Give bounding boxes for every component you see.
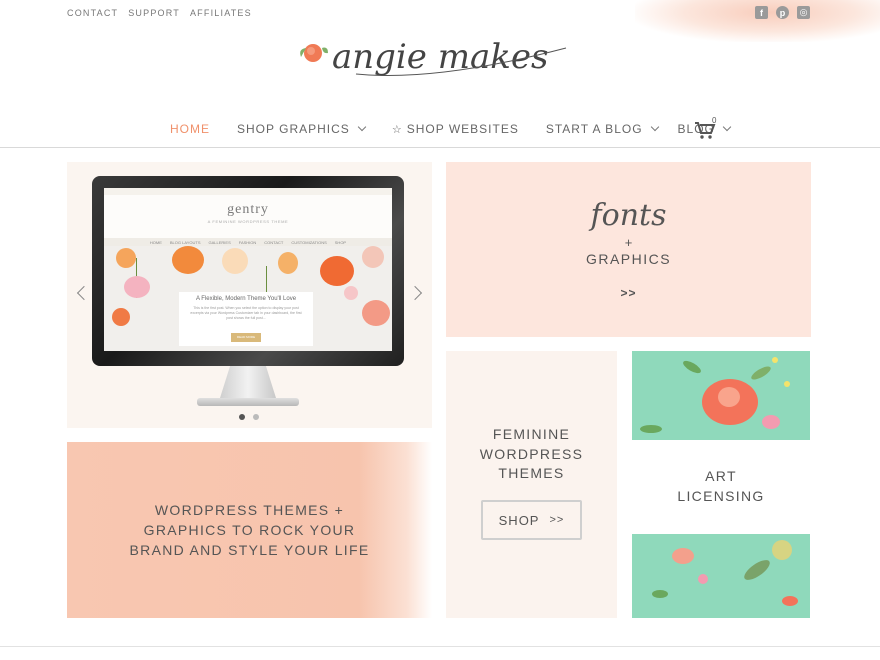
nav-shop-websites[interactable]: ☆ SHOP WEBSITES bbox=[392, 122, 519, 136]
rose-logo-icon bbox=[300, 44, 328, 62]
monitor-base bbox=[197, 398, 299, 406]
chevron-down-icon bbox=[357, 122, 367, 132]
screen-card-title: A Flexible, Modern Theme You'll Love bbox=[195, 296, 297, 302]
tagline-text: WORDPRESS THEMES + GRAPHICS TO ROCK YOUR… bbox=[67, 500, 432, 560]
star-icon: ☆ bbox=[391, 123, 403, 136]
tagline-line: GRAPHICS TO ROCK YOUR bbox=[143, 522, 356, 538]
social-links: f p ◎ bbox=[755, 6, 810, 19]
top-link-support[interactable]: SUPPORT bbox=[128, 8, 180, 18]
screen-card-text: This is the first post. When you select … bbox=[190, 306, 302, 320]
screen-read-more-button: READ MORE bbox=[231, 333, 261, 342]
top-utility-bar: CONTACT SUPPORT AFFILIATES f p ◎ bbox=[0, 0, 880, 42]
art-licensing-title: ART LICENSING bbox=[632, 467, 810, 506]
top-link-contact[interactable]: CONTACT bbox=[67, 8, 118, 18]
screen-nav-item: FASHION bbox=[238, 239, 257, 245]
shop-themes-button[interactable]: SHOP >> bbox=[481, 500, 582, 540]
slider-dots bbox=[239, 414, 259, 420]
tagline-line: WORDPRESS THEMES + bbox=[154, 502, 345, 518]
cart-count: 0 bbox=[712, 116, 717, 125]
chevron-down-icon bbox=[722, 122, 732, 132]
feminine-themes-tile: FEMININE WORDPRESS THEMES SHOP >> bbox=[446, 351, 617, 618]
fonts-more-arrow: >> bbox=[620, 286, 637, 300]
featured-slider: gentry A FEMININE WORDPRESS THEME HOME B… bbox=[67, 162, 432, 428]
nav-home-label: HOME bbox=[170, 122, 210, 136]
fonts-graphics-tile[interactable]: fonts + GRAPHICS >> bbox=[446, 162, 811, 337]
screen-nav: HOME BLOG LAYOUTS GALLERIES FASHION CONT… bbox=[104, 238, 392, 246]
top-link-affiliates[interactable]: AFFILIATES bbox=[190, 8, 252, 18]
feminine-line: FEMININE bbox=[492, 426, 571, 442]
facebook-icon[interactable]: f bbox=[755, 6, 768, 19]
screen-nav-item: BLOG LAYOUTS bbox=[169, 239, 201, 245]
floral-pattern-image-bottom[interactable] bbox=[632, 534, 810, 618]
screen-brand: gentry bbox=[227, 202, 269, 217]
art-line: ART bbox=[705, 468, 737, 484]
tagline-tile: WORDPRESS THEMES + GRAPHICS TO ROCK YOUR… bbox=[67, 442, 432, 618]
fonts-plus: + bbox=[624, 235, 633, 250]
main-nav: HOME SHOP GRAPHICS ☆ SHOP WEBSITES START… bbox=[0, 112, 880, 148]
tagline-line: BRAND AND STYLE YOUR LIFE bbox=[129, 542, 370, 558]
top-links: CONTACT SUPPORT AFFILIATES bbox=[67, 8, 252, 18]
nav-shop-websites-label: SHOP WEBSITES bbox=[406, 122, 519, 136]
feminine-line: WORDPRESS bbox=[479, 445, 584, 462]
nav-start-a-blog-label: START A BLOG bbox=[545, 122, 643, 136]
instagram-icon[interactable]: ◎ bbox=[797, 6, 810, 19]
screen-nav-item: HOME bbox=[149, 239, 162, 245]
slider-dot-2[interactable] bbox=[253, 414, 259, 420]
nav-shop-graphics[interactable]: SHOP GRAPHICS bbox=[237, 122, 367, 136]
nav-start-a-blog[interactable]: START A BLOG bbox=[545, 122, 659, 136]
chevron-down-icon bbox=[650, 122, 659, 132]
monitor-screen: gentry A FEMININE WORDPRESS THEME HOME B… bbox=[104, 188, 392, 351]
slider-prev-arrow-icon[interactable] bbox=[76, 285, 92, 301]
monitor-mockup: gentry A FEMININE WORDPRESS THEME HOME B… bbox=[92, 176, 404, 366]
shop-button-arrow: >> bbox=[549, 514, 565, 526]
screen-post-card: A Flexible, Modern Theme You'll Love Thi… bbox=[179, 292, 313, 346]
art-licensing-tile[interactable]: ART LICENSING bbox=[632, 440, 810, 534]
art-line: LICENSING bbox=[677, 487, 765, 504]
slider-dot-1[interactable] bbox=[239, 414, 245, 420]
screen-nav-item: GALLERIES bbox=[208, 239, 231, 245]
pinterest-icon[interactable]: p bbox=[776, 6, 789, 19]
nav-home[interactable]: HOME bbox=[170, 122, 210, 136]
screen-nav-item: CUSTOMIZATIONS bbox=[291, 239, 327, 245]
screen-nav-item: SHOP bbox=[334, 239, 347, 245]
shop-button-label: SHOP bbox=[498, 512, 540, 528]
feminine-themes-title: FEMININE WORDPRESS THEMES bbox=[446, 425, 617, 484]
screen-tagline: A FEMININE WORDPRESS THEME bbox=[207, 219, 289, 224]
logo-text: angie makes bbox=[332, 37, 548, 77]
slider-next-arrow-icon[interactable] bbox=[407, 285, 423, 301]
monitor-stand bbox=[220, 366, 276, 398]
floral-pattern-image-top[interactable] bbox=[632, 351, 810, 440]
site-logo[interactable]: angie makes bbox=[296, 30, 586, 96]
screen-nav-item: CONTACT bbox=[264, 239, 284, 245]
fonts-script-title: fonts bbox=[590, 198, 667, 233]
fonts-graphics-title: GRAPHICS bbox=[585, 251, 672, 267]
feminine-line: THEMES bbox=[498, 465, 565, 481]
footer-divider bbox=[0, 646, 880, 647]
nav-shop-graphics-label: SHOP GRAPHICS bbox=[237, 122, 350, 136]
